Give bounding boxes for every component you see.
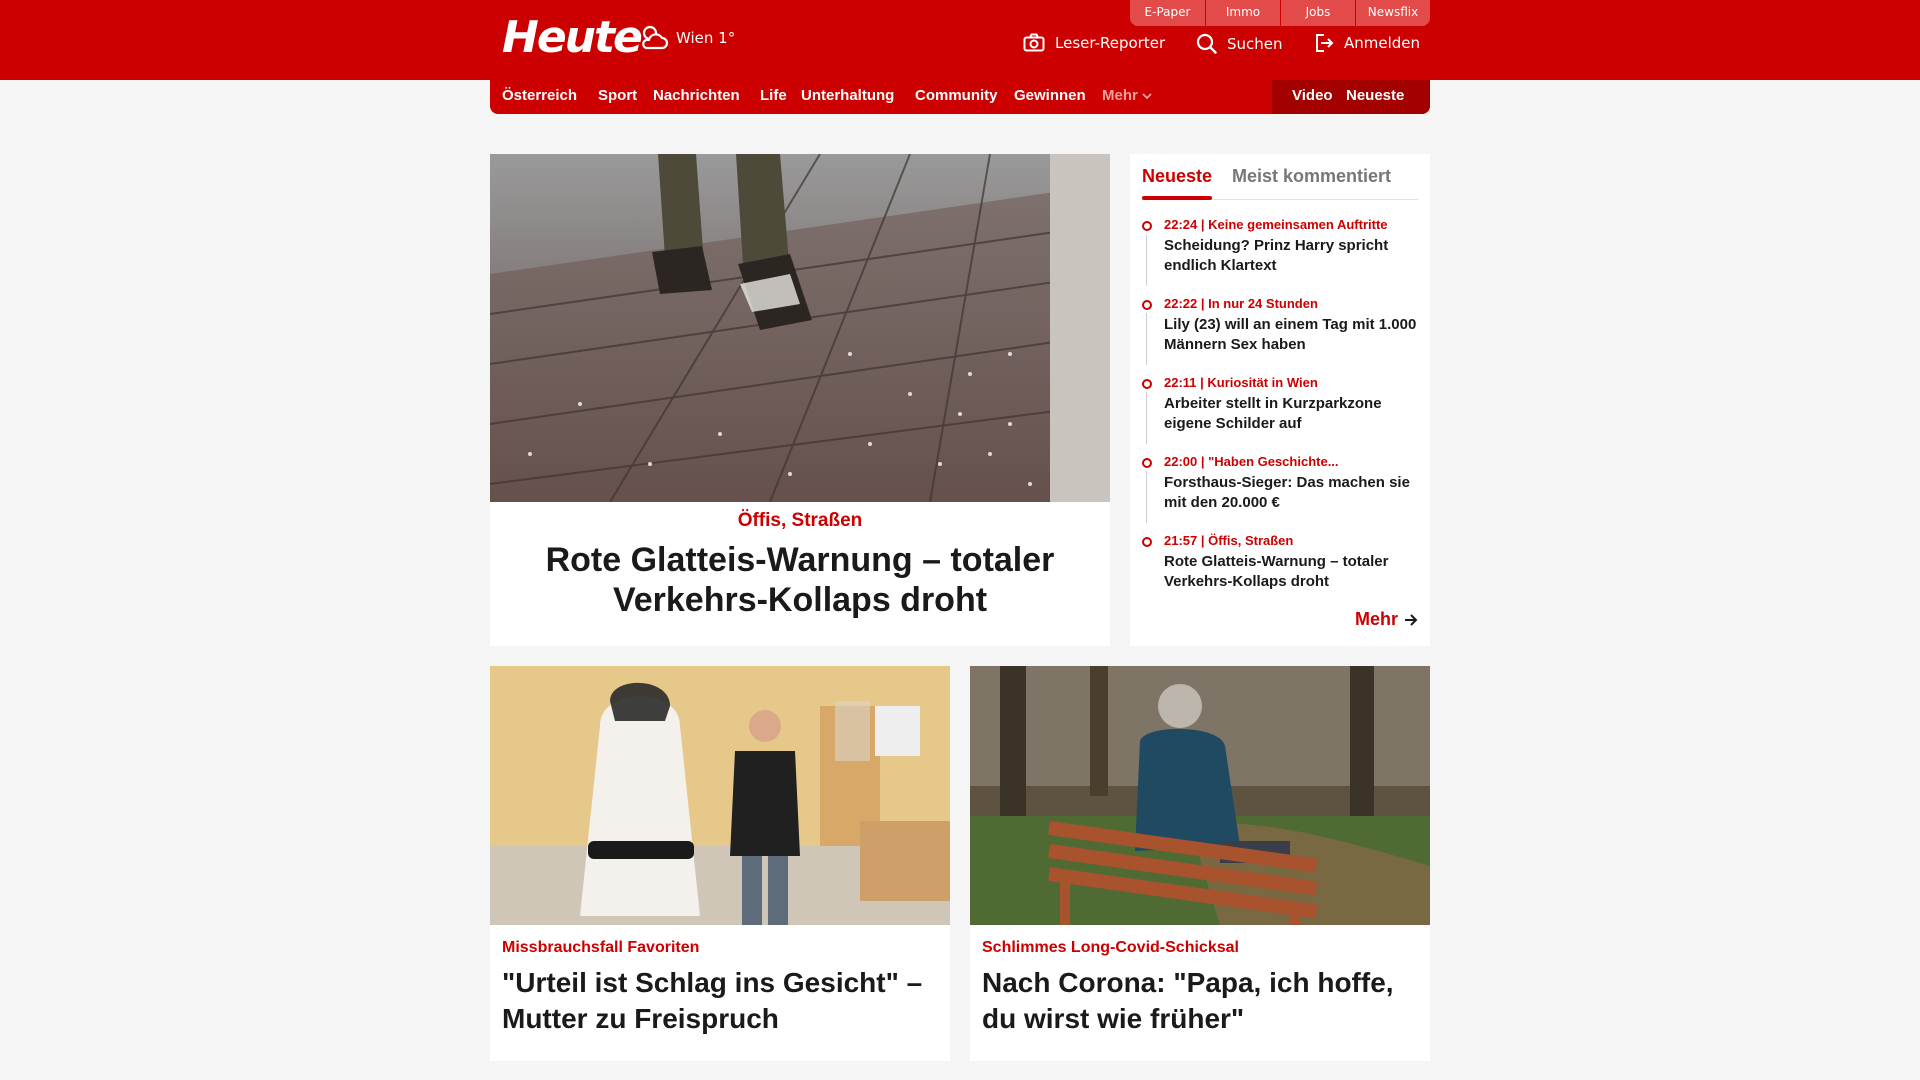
timeline-dot-icon: [1142, 221, 1152, 231]
nav-item-mehr[interactable]: Mehr: [1102, 87, 1152, 104]
service-link-newsflix[interactable]: Newsflix: [1355, 0, 1430, 26]
login-icon: [1316, 34, 1334, 52]
hero-image-icy-sidewalk[interactable]: [490, 154, 1110, 502]
list-item[interactable]: 21:57 | Öffis, Straßen Rote Glatteis-War…: [1142, 532, 1422, 611]
feed-title[interactable]: Arbeiter stellt in Kurzparkzone eigene S…: [1164, 394, 1422, 434]
feed-meta: 22:22 | In nur 24 Stunden: [1164, 296, 1318, 311]
search-icon: [1196, 33, 1217, 54]
chevron-down-icon: [1142, 93, 1152, 100]
timeline-dot-icon: [1142, 458, 1152, 468]
timeline-line: [1146, 313, 1147, 365]
feed-title[interactable]: Scheidung? Prinz Harry spricht endlich K…: [1164, 236, 1422, 276]
timeline-line: [1146, 471, 1147, 523]
card-kicker: Schlimmes Long-Covid-Schicksal: [982, 939, 1239, 956]
timeline-line: [1146, 392, 1147, 444]
timeline-line: [1146, 234, 1147, 286]
search-button[interactable]: Suchen: [1196, 33, 1283, 54]
service-link-immo[interactable]: Immo: [1205, 0, 1280, 26]
arrow-right-icon: [1405, 613, 1418, 626]
nav-mehr-label: Mehr: [1102, 87, 1138, 104]
nav-item-community[interactable]: Community: [915, 87, 998, 104]
latest-news-list: 22:24 | Keine gemeinsamen Auftritte Sche…: [1142, 216, 1422, 611]
timeline-dot-icon: [1142, 537, 1152, 547]
feed-title[interactable]: Rote Glatteis-Warnung – totaler Verkehrs…: [1164, 552, 1422, 592]
main-navigation: Österreich Sport Nachrichten Life Unterh…: [490, 80, 1430, 114]
tab-meist-kommentiert[interactable]: Meist kommentiert: [1232, 166, 1391, 187]
article-card-long-covid[interactable]: Schlimmes Long-Covid-Schicksal Nach Coro…: [970, 666, 1430, 1061]
leser-reporter-button[interactable]: Leser-Reporter: [1023, 33, 1165, 53]
nav-item-video[interactable]: Video: [1292, 87, 1333, 104]
nav-item-life[interactable]: Life: [760, 87, 787, 104]
login-button[interactable]: Anmelden: [1314, 33, 1420, 53]
feed-meta: 22:24 | Keine gemeinsamen Auftritte: [1164, 217, 1388, 232]
article-image-park-bench[interactable]: [970, 666, 1430, 925]
camera-icon: [1023, 33, 1045, 52]
card-title[interactable]: Nach Corona: "Papa, ich hoffe, du wirst …: [982, 965, 1418, 1037]
list-item[interactable]: 22:22 | In nur 24 Stunden Lily (23) will…: [1142, 295, 1422, 374]
nav-item-oesterreich[interactable]: Österreich: [502, 87, 577, 104]
latest-news-sidebar: Neueste Meist kommentiert 22:24 | Keine …: [1130, 154, 1430, 646]
nav-item-gewinnen[interactable]: Gewinnen: [1014, 87, 1086, 104]
service-link-epaper[interactable]: E-Paper: [1130, 0, 1205, 26]
feed-meta: 21:57 | Öffis, Straßen: [1164, 533, 1294, 548]
feed-meta: 22:00 | "Haben Geschichte...: [1164, 454, 1339, 469]
nav-item-nachrichten[interactable]: Nachrichten: [653, 87, 740, 104]
article-card-missbrauchsfall[interactable]: Missbrauchsfall Favoriten "Urteil ist Sc…: [490, 666, 950, 1061]
hero-kicker: Öffis, Straßen: [737, 510, 863, 531]
feed-meta: 22:11 | Kuriosität in Wien: [1164, 375, 1318, 390]
leser-reporter-label: Leser-Reporter: [1055, 34, 1166, 52]
list-item[interactable]: 22:00 | "Haben Geschichte... Forsthaus-S…: [1142, 453, 1422, 532]
nav-highlight-area: Video Neueste: [1272, 80, 1430, 114]
nav-item-unterhaltung[interactable]: Unterhaltung: [801, 87, 894, 104]
feed-title[interactable]: Lily (23) will an einem Tag mit 1.000 Mä…: [1164, 315, 1422, 355]
nav-item-neueste[interactable]: Neueste: [1346, 87, 1404, 104]
list-item[interactable]: 22:11 | Kuriosität in Wien Arbeiter stel…: [1142, 374, 1422, 453]
nav-item-sport[interactable]: Sport: [598, 87, 637, 104]
article-image-hallway[interactable]: [490, 666, 950, 925]
service-links: E-Paper Immo Jobs Newsflix: [1130, 0, 1430, 26]
timeline-dot-icon: [1142, 379, 1152, 389]
card-title[interactable]: "Urteil ist Schlag ins Gesicht" – Mutter…: [502, 965, 938, 1037]
hero-article[interactable]: Öffis, Straßen Rote Glatteis-Warnung – t…: [490, 154, 1110, 646]
sidebar-tabs: Neueste Meist kommentiert: [1142, 162, 1418, 200]
search-label: Suchen: [1227, 34, 1283, 53]
list-item[interactable]: 22:24 | Keine gemeinsamen Auftritte Sche…: [1142, 216, 1422, 295]
feed-title[interactable]: Forsthaus-Sieger: Das machen sie mit den…: [1164, 473, 1422, 513]
top-header-bar: [0, 0, 1920, 80]
timeline-dot-icon: [1142, 300, 1152, 310]
weather-label: Wien 1°: [676, 29, 736, 47]
more-label: Mehr: [1354, 609, 1398, 629]
weather-widget[interactable]: Wien 1°: [638, 22, 735, 54]
more-latest-link[interactable]: Mehr: [1355, 609, 1418, 630]
card-kicker: Missbrauchsfall Favoriten: [502, 939, 700, 956]
weather-cloud-icon: [642, 25, 669, 50]
hero-title[interactable]: Rote Glatteis-Warnung – totaler Verkehrs…: [490, 540, 1110, 620]
heute-logo[interactable]: Heute: [502, 14, 643, 62]
service-link-jobs[interactable]: Jobs: [1280, 0, 1355, 26]
login-label: Anmelden: [1344, 34, 1421, 52]
tab-neueste[interactable]: Neueste: [1142, 166, 1213, 200]
